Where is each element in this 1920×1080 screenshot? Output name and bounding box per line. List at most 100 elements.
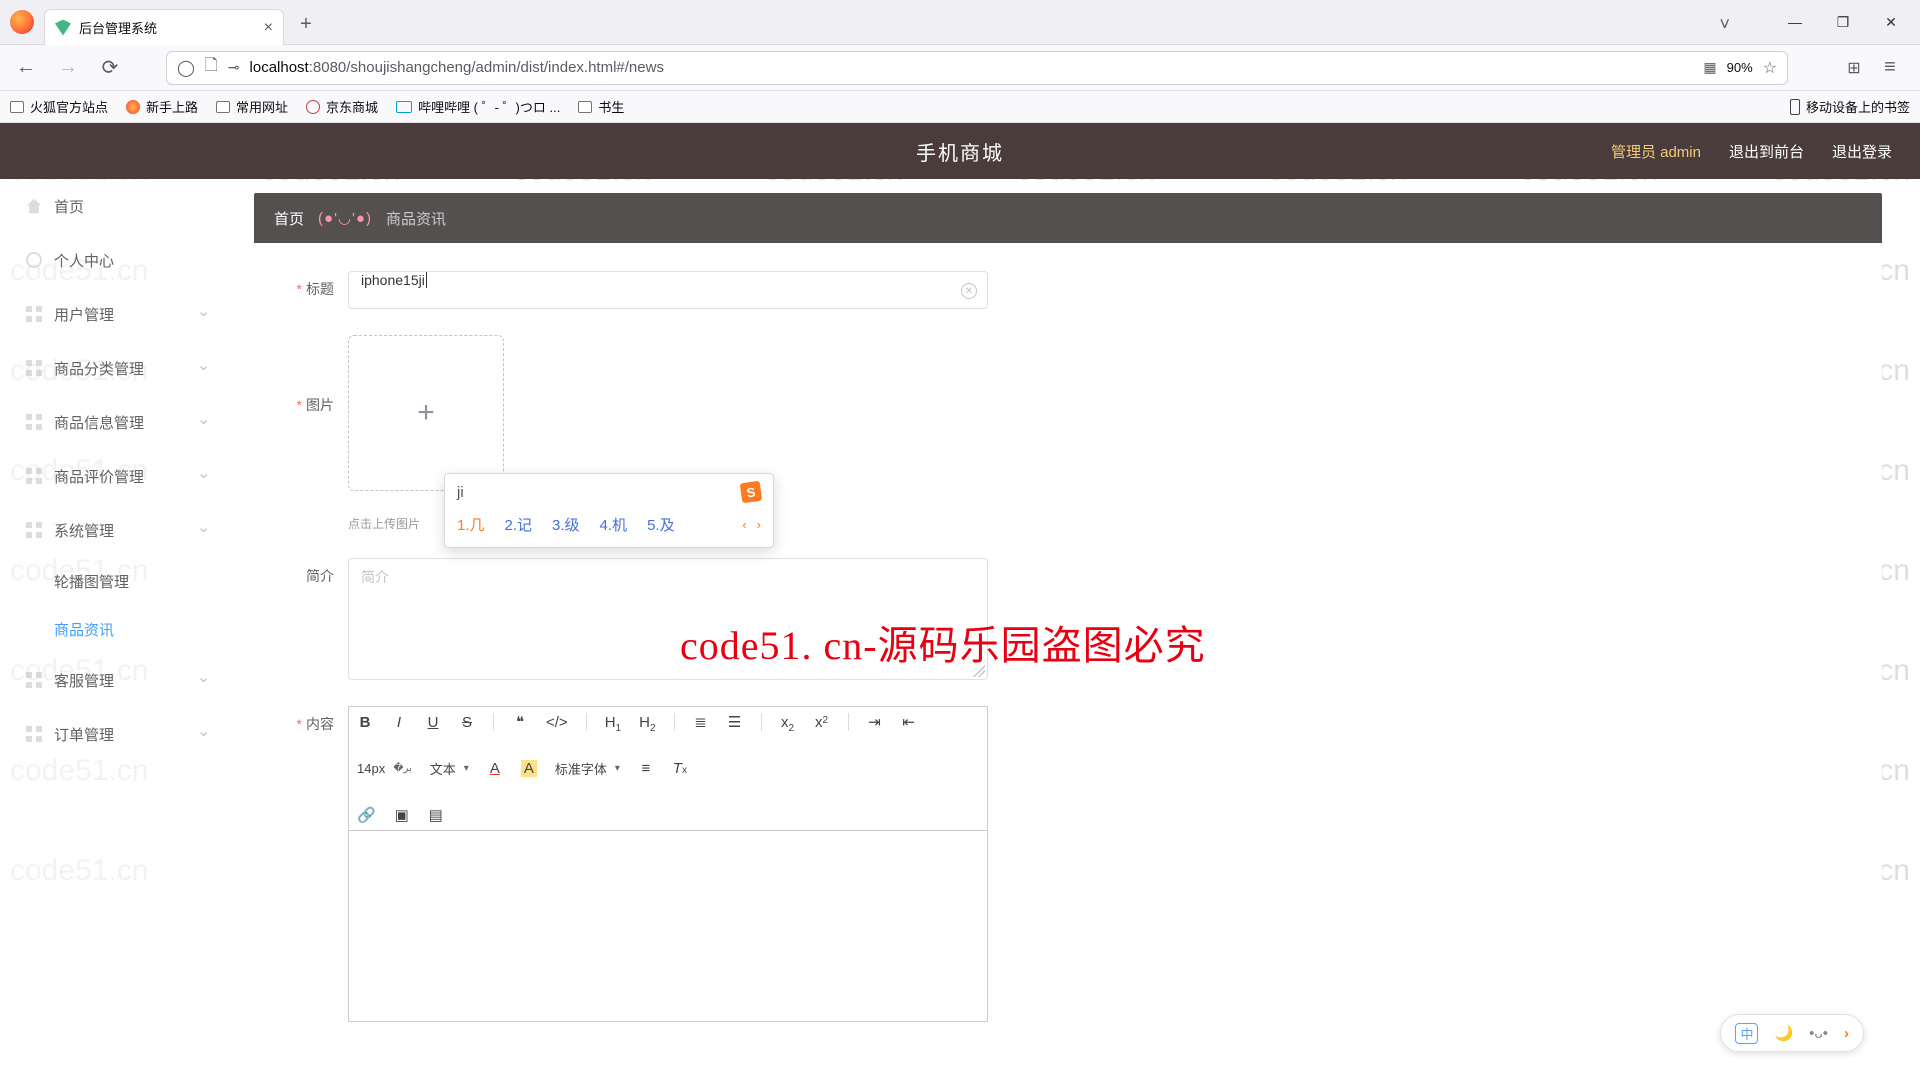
bg-color-button[interactable]: A <box>521 760 537 777</box>
breadcrumb-home[interactable]: 首页 <box>274 208 304 229</box>
image-upload-box[interactable]: + <box>348 335 504 491</box>
link-button[interactable]: 🔗 <box>357 806 376 824</box>
code-button[interactable]: </> <box>546 714 568 731</box>
nav-back-button[interactable]: ← <box>10 52 42 84</box>
breadcrumb-current: 商品资讯 <box>386 208 446 229</box>
title-input[interactable]: iphone15ji ✕ <box>348 271 988 309</box>
window-minimize-button[interactable]: — <box>1772 6 1818 38</box>
font-size-select[interactable]: 14px�یر <box>357 761 412 776</box>
browser-tab[interactable]: 后台管理系统 × <box>44 9 284 45</box>
indent-button[interactable]: ⇥ <box>867 713 883 731</box>
ime-candidate[interactable]: 5.及 <box>647 514 675 535</box>
sidebar-item[interactable]: 商品资讯 <box>0 605 224 653</box>
sidebar-item-label: 商品评价管理 <box>54 466 144 487</box>
ime-mode[interactable]: 中 <box>1735 1023 1758 1044</box>
url-field[interactable]: ◯ 🗋 ⊸ localhost:8080/shoujishangcheng/ad… <box>166 51 1788 85</box>
h1-button[interactable]: H1 <box>605 714 621 731</box>
clear-format-button[interactable]: Tx <box>672 760 688 777</box>
quote-button[interactable]: ❝ <box>512 713 528 731</box>
browser-titlebar: 后台管理系统 × + ˅ — ❐ ✕ <box>0 0 1920 45</box>
menu-icon[interactable]: ≡ <box>1874 52 1906 84</box>
permissions-icon[interactable]: ⊸ <box>228 59 240 76</box>
to-front-link[interactable]: 退出到前台 <box>1729 141 1804 162</box>
sidebar-item[interactable]: 商品评价管理 <box>0 449 224 503</box>
bookmark-item[interactable]: 常用网址 <box>216 97 288 116</box>
jd-icon <box>306 100 320 114</box>
expand-icon[interactable]: › <box>1844 1025 1849 1042</box>
outdent-button[interactable]: ⇤ <box>901 713 917 731</box>
tabs-overflow-icon[interactable]: ˅ <box>1719 14 1730 35</box>
mobile-bookmarks-button[interactable]: 移动设备上的书签 <box>1790 97 1910 116</box>
align-button[interactable]: ≡ <box>638 760 654 777</box>
sidebar-item-label: 客服管理 <box>54 670 114 691</box>
sidebar-item-label: 轮播图管理 <box>54 571 129 592</box>
page-info-icon[interactable]: 🗋 <box>205 54 218 81</box>
firefox-icon <box>126 100 140 114</box>
folder-icon <box>216 101 230 113</box>
content-label: 内容 <box>274 706 348 1022</box>
sidebar-item[interactable]: 轮播图管理 <box>0 557 224 605</box>
qr-icon[interactable]: ▦ <box>1703 59 1716 76</box>
sidebar-item[interactable]: 客服管理 <box>0 653 224 707</box>
sidebar-item-label: 首页 <box>54 196 84 217</box>
sidebar-item[interactable]: 系统管理 <box>0 503 224 557</box>
folder-icon <box>578 101 592 113</box>
sidebar-item[interactable]: 首页 <box>0 179 224 233</box>
bookmark-item[interactable]: 哔哩哔哩 ( ゜- ゜)つロ ... <box>396 97 560 116</box>
sidebar-item[interactable]: 订单管理 <box>0 707 224 761</box>
extensions-icon[interactable]: ⊞ <box>1838 52 1870 84</box>
logout-link[interactable]: 退出登录 <box>1832 141 1892 162</box>
bullet-list-button[interactable]: ☰ <box>727 713 743 731</box>
ime-settings-icon[interactable]: •ᴗ• <box>1809 1025 1828 1042</box>
intro-placeholder: 简介 <box>361 569 389 585</box>
zoom-badge[interactable]: 90% <box>1727 60 1753 75</box>
ime-status-bar[interactable]: 中 🌙 •ᴗ• › <box>1720 1014 1864 1052</box>
text-color-button[interactable]: A <box>487 760 503 777</box>
grid-icon <box>26 468 42 484</box>
ime-candidate[interactable]: 1.几 <box>457 514 485 535</box>
breadcrumb: 首页 (●'◡'●) 商品资讯 <box>254 193 1882 243</box>
window-maximize-button[interactable]: ❐ <box>1820 6 1866 38</box>
sidebar-item[interactable]: 用户管理 <box>0 287 224 341</box>
breadcrumb-separator-icon: (●'◡'●) <box>318 209 372 227</box>
sidebar-item-label: 个人中心 <box>54 250 114 271</box>
strike-button[interactable]: S <box>459 714 475 731</box>
admin-link[interactable]: 管理员 admin <box>1611 141 1701 162</box>
editor-body[interactable] <box>349 831 987 1021</box>
clear-input-icon[interactable]: ✕ <box>961 283 977 299</box>
sidebar-item[interactable]: 个人中心 <box>0 233 224 287</box>
bold-button[interactable]: B <box>357 714 373 731</box>
sogou-logo-icon: S <box>740 481 763 504</box>
image-button[interactable]: ▣ <box>394 806 410 824</box>
sidebar-item[interactable]: 商品分类管理 <box>0 341 224 395</box>
tab-close-icon[interactable]: × <box>264 20 273 36</box>
italic-button[interactable]: I <box>391 714 407 731</box>
ime-candidate[interactable]: 2.记 <box>505 514 533 535</box>
ime-candidate[interactable]: 4.机 <box>600 514 628 535</box>
moon-icon[interactable]: 🌙 <box>1774 1024 1793 1042</box>
bookmark-item[interactable]: 火狐官方站点 <box>10 97 108 116</box>
window-close-button[interactable]: ✕ <box>1868 6 1914 38</box>
nav-reload-button[interactable]: ⟳ <box>94 52 126 84</box>
firefox-logo-icon <box>10 10 34 34</box>
underline-button[interactable]: U <box>425 714 441 731</box>
superscript-button[interactable]: x2 <box>814 714 830 731</box>
font-family-select[interactable]: 标准字体▾ <box>555 759 620 778</box>
video-button[interactable]: ▤ <box>428 806 444 824</box>
new-tab-button[interactable]: + <box>290 8 322 40</box>
ime-page-nav[interactable]: ‹› <box>742 517 761 532</box>
bookmark-item[interactable]: 新手上路 <box>126 97 198 116</box>
ordered-list-button[interactable]: ≣ <box>693 713 709 731</box>
folder-icon <box>10 101 24 113</box>
h2-button[interactable]: H2 <box>639 714 655 731</box>
ime-candidate[interactable]: 3.级 <box>552 514 580 535</box>
bookmark-item[interactable]: 京东商城 <box>306 97 378 116</box>
sidebar-item[interactable]: 商品信息管理 <box>0 395 224 449</box>
block-format-select[interactable]: 文本▾ <box>430 759 469 778</box>
subscript-button[interactable]: x2 <box>780 714 796 731</box>
bookmark-item[interactable]: 书生 <box>578 97 624 116</box>
bookmark-star-icon[interactable]: ☆ <box>1763 58 1777 78</box>
house-icon <box>26 198 42 214</box>
grid-icon <box>26 522 42 538</box>
nav-forward-button[interactable]: → <box>52 52 84 84</box>
